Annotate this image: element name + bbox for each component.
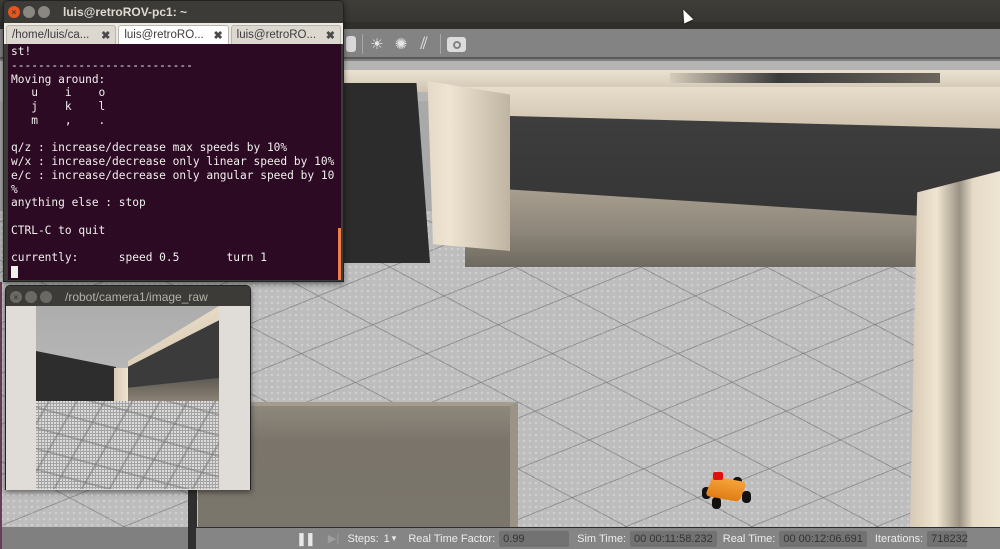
terminal-window[interactable]: × luis@retroROV-pc1: ~ /home/luis/ca... …: [3, 0, 344, 282]
real-time-factor-value: 0.99: [499, 530, 570, 547]
maximize-window-button[interactable]: [38, 6, 50, 18]
sun-light-icon[interactable]: ☀: [368, 35, 386, 53]
real-time-factor-label: Real Time Factor:: [408, 532, 496, 545]
terminal-cursor: [11, 266, 18, 278]
terminal-tab-bar: /home/luis/ca... ✖ luis@retroRO... ✖ lui…: [4, 23, 343, 44]
screenshot-camera-icon[interactable]: [447, 37, 466, 52]
terminal-line: anything else : stop: [11, 196, 146, 210]
terminal-scrollbar[interactable]: [338, 228, 341, 280]
gazebo-statusbar: ❚❚ ▶❘ Steps: 1 ▾ Real Time Factor: 0.99 …: [196, 527, 1000, 549]
terminal-line: st!: [11, 45, 32, 58]
terminal-line: ---------------------------: [11, 58, 193, 72]
iterations-label: Iterations:: [874, 532, 924, 545]
terminal-tab-label: luis@retroRO...: [124, 29, 204, 41]
cylinder-icon[interactable]: [346, 36, 356, 52]
sim-time-value: 00 00:11:58.232: [630, 530, 717, 547]
terminal-output[interactable]: st! --------------------------- Moving aro…: [8, 44, 341, 280]
robot-wheel: [742, 491, 751, 503]
terminal-window-title: luis@retroROV-pc1: ~: [63, 5, 188, 19]
close-window-button[interactable]: ×: [10, 291, 22, 303]
close-tab-icon[interactable]: ✖: [326, 29, 335, 42]
pause-button[interactable]: ❚❚: [296, 531, 316, 547]
camera-image-window[interactable]: × /robot/camera1/image_raw: [5, 285, 251, 490]
terminal-line: Moving around:: [11, 72, 106, 86]
steps-label: Steps:: [347, 532, 379, 545]
robot-model[interactable]: [700, 469, 755, 514]
point-light-icon[interactable]: ✺: [392, 35, 410, 53]
camera-image-wall-corner: [114, 368, 128, 401]
maze-wall-left-dark: [340, 83, 430, 263]
terminal-line: j k l: [11, 100, 106, 113]
camera-image-floor: [36, 401, 219, 489]
terminal-line: m , .: [11, 113, 106, 127]
toolbar-separator: [440, 34, 441, 54]
terminal-titlebar[interactable]: × luis@retroROV-pc1: ~: [4, 1, 343, 23]
toolbar-separator: [362, 34, 363, 54]
close-window-button[interactable]: ×: [8, 6, 20, 18]
terminal-tab[interactable]: /home/luis/ca... ✖: [6, 25, 117, 44]
real-time-label: Real Time:: [722, 532, 776, 545]
terminal-tab-label: /home/luis/ca...: [12, 29, 90, 41]
terminal-tab[interactable]: luis@retroRO... ✖: [230, 25, 341, 44]
terminal-tab-label: luis@retroRO...: [236, 29, 317, 41]
iterations-value: 718232: [927, 530, 968, 547]
camera-window-titlebar[interactable]: × /robot/camera1/image_raw: [6, 286, 250, 308]
terminal-prompt-line: [11, 265, 338, 279]
step-button[interactable]: ▶❘: [328, 532, 343, 545]
maze-wall-right: [910, 171, 1000, 527]
steps-dropdown-icon[interactable]: ▾: [392, 533, 397, 544]
terminal-line: q/z : increase/decrease max speeds by 10…: [11, 141, 288, 155]
terminal-line: w/x : increase/decrease only linear spee…: [11, 155, 335, 168]
sim-time-label: Sim Time:: [577, 532, 627, 545]
close-tab-icon[interactable]: ✖: [101, 29, 110, 42]
terminal-line: u i o: [11, 86, 106, 100]
steps-value[interactable]: 1: [384, 533, 390, 545]
minimize-window-button[interactable]: [25, 291, 37, 303]
terminal-line: currently: speed 0.5 turn 1: [11, 251, 267, 265]
real-time-value: 00 00:12:06.691: [779, 530, 867, 547]
terminal-line: e/c : increase/decrease only angular spe…: [11, 168, 335, 182]
minimize-window-button[interactable]: [23, 6, 35, 18]
maximize-window-button[interactable]: [40, 291, 52, 303]
robot-wheel: [712, 497, 721, 509]
directional-light-icon[interactable]: ⫽: [415, 34, 433, 53]
camera-window-title: /robot/camera1/image_raw: [65, 290, 208, 304]
desktop: ☀ ✺ ⫽ ❚❚ ▶❘ Steps: 1 ▾ Real Time Factor:…: [0, 0, 1000, 549]
close-tab-icon[interactable]: ✖: [213, 29, 222, 42]
gazebo-left-panel: [0, 527, 196, 549]
desktop-edge: [0, 282, 2, 549]
terminal-tab-active[interactable]: luis@retroRO... ✖: [118, 25, 229, 44]
terminal-line: CTRL-C to quit: [11, 223, 106, 237]
camera-window-body: [6, 306, 250, 490]
maze-wall-back-shadow: [670, 73, 940, 83]
robot-camera-sensor: [713, 472, 723, 480]
camera-image-view: [36, 306, 219, 489]
terminal-line: %: [11, 182, 18, 196]
